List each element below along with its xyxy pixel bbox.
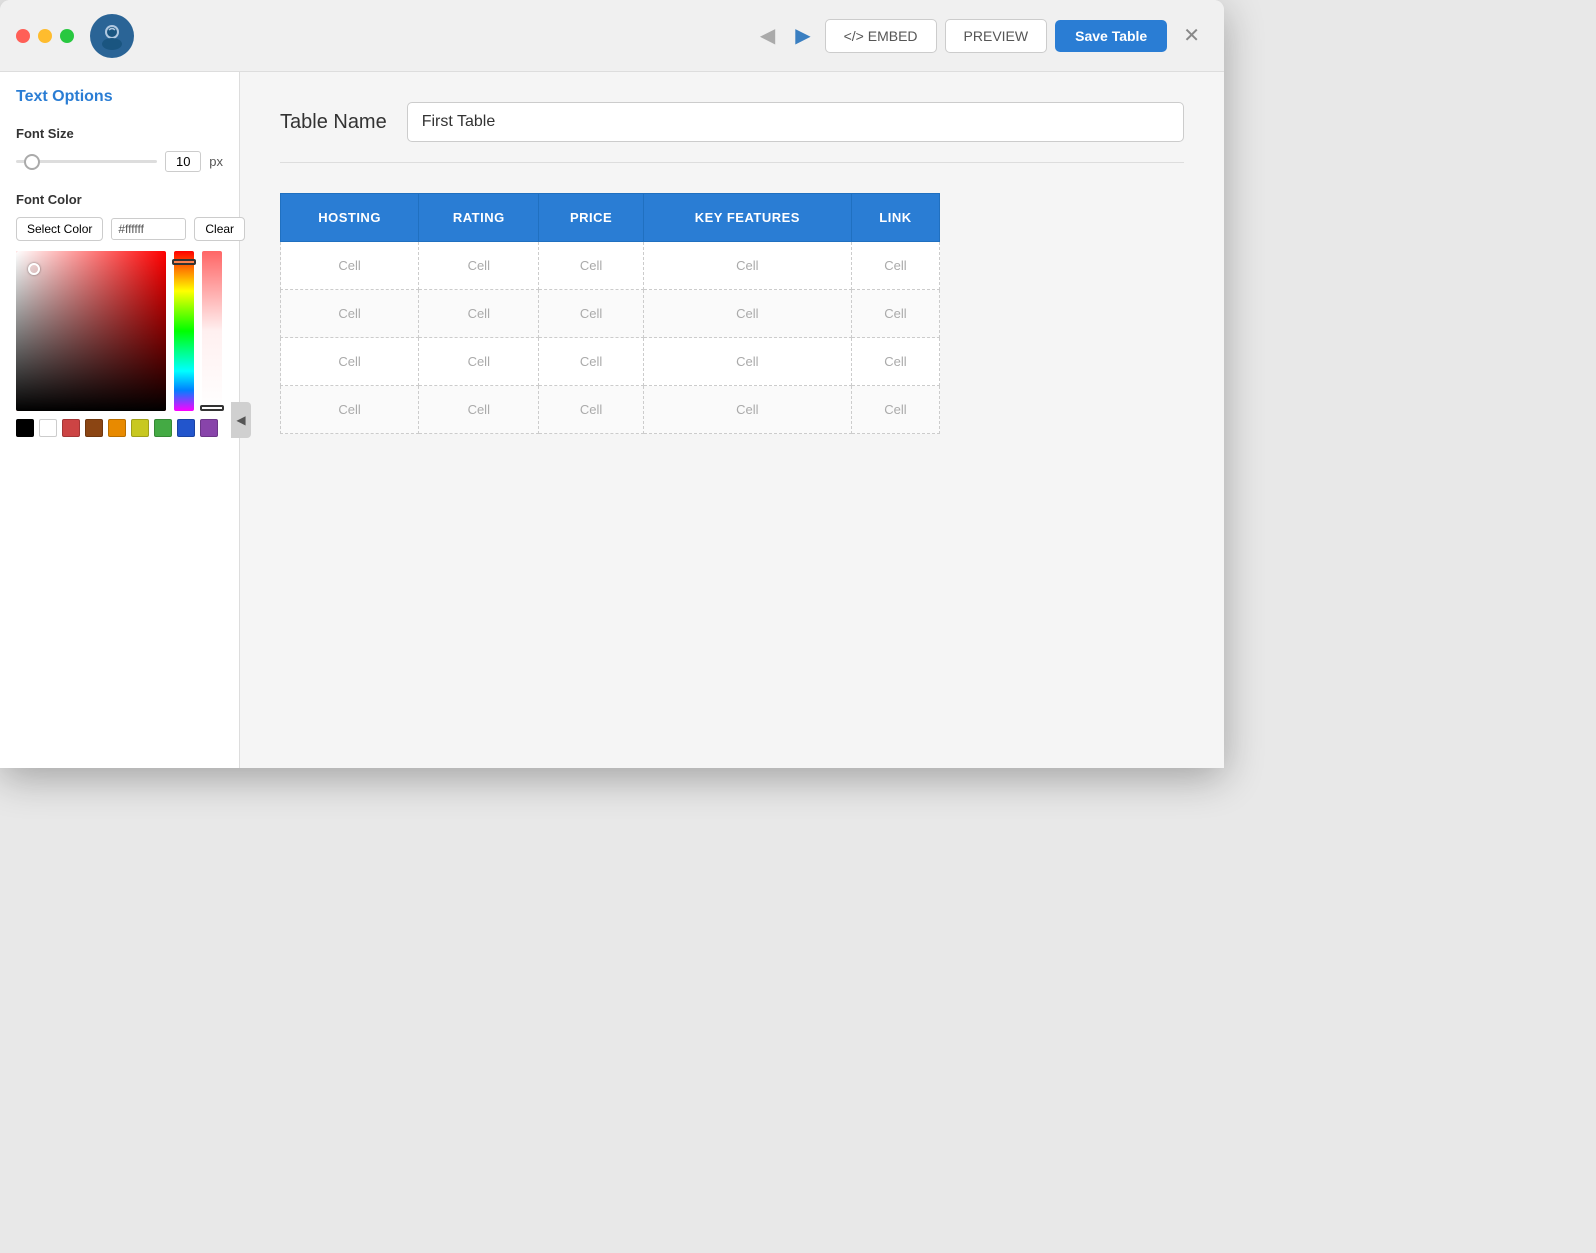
swatch-black[interactable] [16, 419, 34, 437]
sidebar-collapse-button[interactable]: ◀ [231, 402, 251, 438]
table-header-row: HOSTING RATING PRICE KEY FEATURES LINK [281, 194, 940, 242]
alpha-bar[interactable] [202, 251, 222, 411]
hue-bar-wrap [174, 251, 194, 411]
col-key-features[interactable]: KEY FEATURES [643, 194, 851, 242]
color-cursor [28, 263, 40, 275]
font-size-section: Font Size 10 px [16, 126, 223, 172]
table-cell[interactable]: Cell [643, 290, 851, 338]
col-price[interactable]: PRICE [539, 194, 643, 242]
table-cell[interactable]: Cell [851, 386, 939, 434]
color-gradient[interactable] [16, 251, 166, 411]
titlebar: ◀ ▶ </> EMBED PREVIEW Save Table ✕ [0, 0, 1224, 72]
close-x-button[interactable]: ✕ [1175, 19, 1208, 52]
preview-button[interactable]: PREVIEW [945, 19, 1048, 53]
table-cell[interactable]: Cell [539, 338, 643, 386]
alpha-cursor [200, 405, 224, 411]
font-size-input[interactable]: 10 [165, 151, 201, 172]
minimize-button[interactable] [38, 29, 52, 43]
table-name-row: Table Name [280, 102, 1184, 163]
table-cell[interactable]: Cell [539, 290, 643, 338]
table-cell[interactable]: Cell [539, 242, 643, 290]
table-cell[interactable]: Cell [281, 386, 419, 434]
col-hosting[interactable]: HOSTING [281, 194, 419, 242]
table-cell[interactable]: Cell [643, 338, 851, 386]
select-color-button[interactable]: Select Color [16, 217, 103, 241]
close-button[interactable] [16, 29, 30, 43]
swatch-white[interactable] [39, 419, 57, 437]
hue-bar[interactable] [174, 251, 194, 411]
content-area: Table Name HOSTING RATING PRICE KEY FEAT… [240, 72, 1224, 768]
table-cell[interactable]: Cell [419, 290, 539, 338]
table-cell[interactable]: Cell [643, 242, 851, 290]
font-size-slider[interactable] [16, 160, 157, 163]
sidebar-title: Text Options [16, 88, 223, 106]
maximize-button[interactable] [60, 29, 74, 43]
swatch-purple[interactable] [200, 419, 218, 437]
table-cell[interactable]: Cell [643, 386, 851, 434]
window-controls [16, 29, 74, 43]
embed-button[interactable]: </> EMBED [825, 19, 937, 53]
swatch-orange[interactable] [108, 419, 126, 437]
app-logo [90, 14, 134, 58]
table-cell[interactable]: Cell [419, 338, 539, 386]
font-color-label: Font Color [16, 192, 223, 207]
save-table-button[interactable]: Save Table [1055, 20, 1167, 52]
hue-cursor [172, 259, 196, 265]
font-size-controls: 10 px [16, 151, 223, 172]
color-hex-input[interactable]: #ffffff [111, 218, 186, 240]
table-row: CellCellCellCellCell [281, 290, 940, 338]
table-cell[interactable]: Cell [419, 386, 539, 434]
color-swatches [16, 419, 223, 437]
table-cell[interactable]: Cell [851, 242, 939, 290]
table-cell[interactable]: Cell [281, 338, 419, 386]
table-row: CellCellCellCellCell [281, 242, 940, 290]
titlebar-actions: ◀ ▶ </> EMBED PREVIEW Save Table ✕ [754, 17, 1208, 54]
table-cell[interactable]: Cell [539, 386, 643, 434]
table-cell[interactable]: Cell [851, 338, 939, 386]
color-controls-row: Select Color #ffffff Clear [16, 217, 223, 241]
table-cell[interactable]: Cell [281, 242, 419, 290]
sidebar: Text Options Font Size 10 px Font Color … [0, 72, 240, 768]
table-name-label: Table Name [280, 111, 387, 134]
main-layout: Text Options Font Size 10 px Font Color … [0, 72, 1224, 768]
undo-button[interactable]: ◀ [754, 17, 781, 54]
table-name-input[interactable] [407, 102, 1184, 142]
color-picker [16, 251, 223, 411]
swatch-brown[interactable] [85, 419, 103, 437]
table-cell[interactable]: Cell [281, 290, 419, 338]
redo-button[interactable]: ▶ [789, 17, 816, 54]
font-color-section: Font Color Select Color #ffffff Clear [16, 192, 223, 437]
font-size-label: Font Size [16, 126, 223, 141]
table-cell[interactable]: Cell [851, 290, 939, 338]
col-rating[interactable]: RATING [419, 194, 539, 242]
table-cell[interactable]: Cell [419, 242, 539, 290]
app-window: ◀ ▶ </> EMBED PREVIEW Save Table ✕ Text … [0, 0, 1224, 768]
data-table: HOSTING RATING PRICE KEY FEATURES LINK C… [280, 193, 940, 434]
table-row: CellCellCellCellCell [281, 386, 940, 434]
clear-color-button[interactable]: Clear [194, 217, 245, 241]
font-size-unit: px [209, 154, 223, 169]
alpha-bar-wrap [202, 251, 222, 411]
swatch-yellow[interactable] [131, 419, 149, 437]
col-link[interactable]: LINK [851, 194, 939, 242]
table-row: CellCellCellCellCell [281, 338, 940, 386]
swatch-green[interactable] [154, 419, 172, 437]
swatch-blue[interactable] [177, 419, 195, 437]
swatch-red[interactable] [62, 419, 80, 437]
